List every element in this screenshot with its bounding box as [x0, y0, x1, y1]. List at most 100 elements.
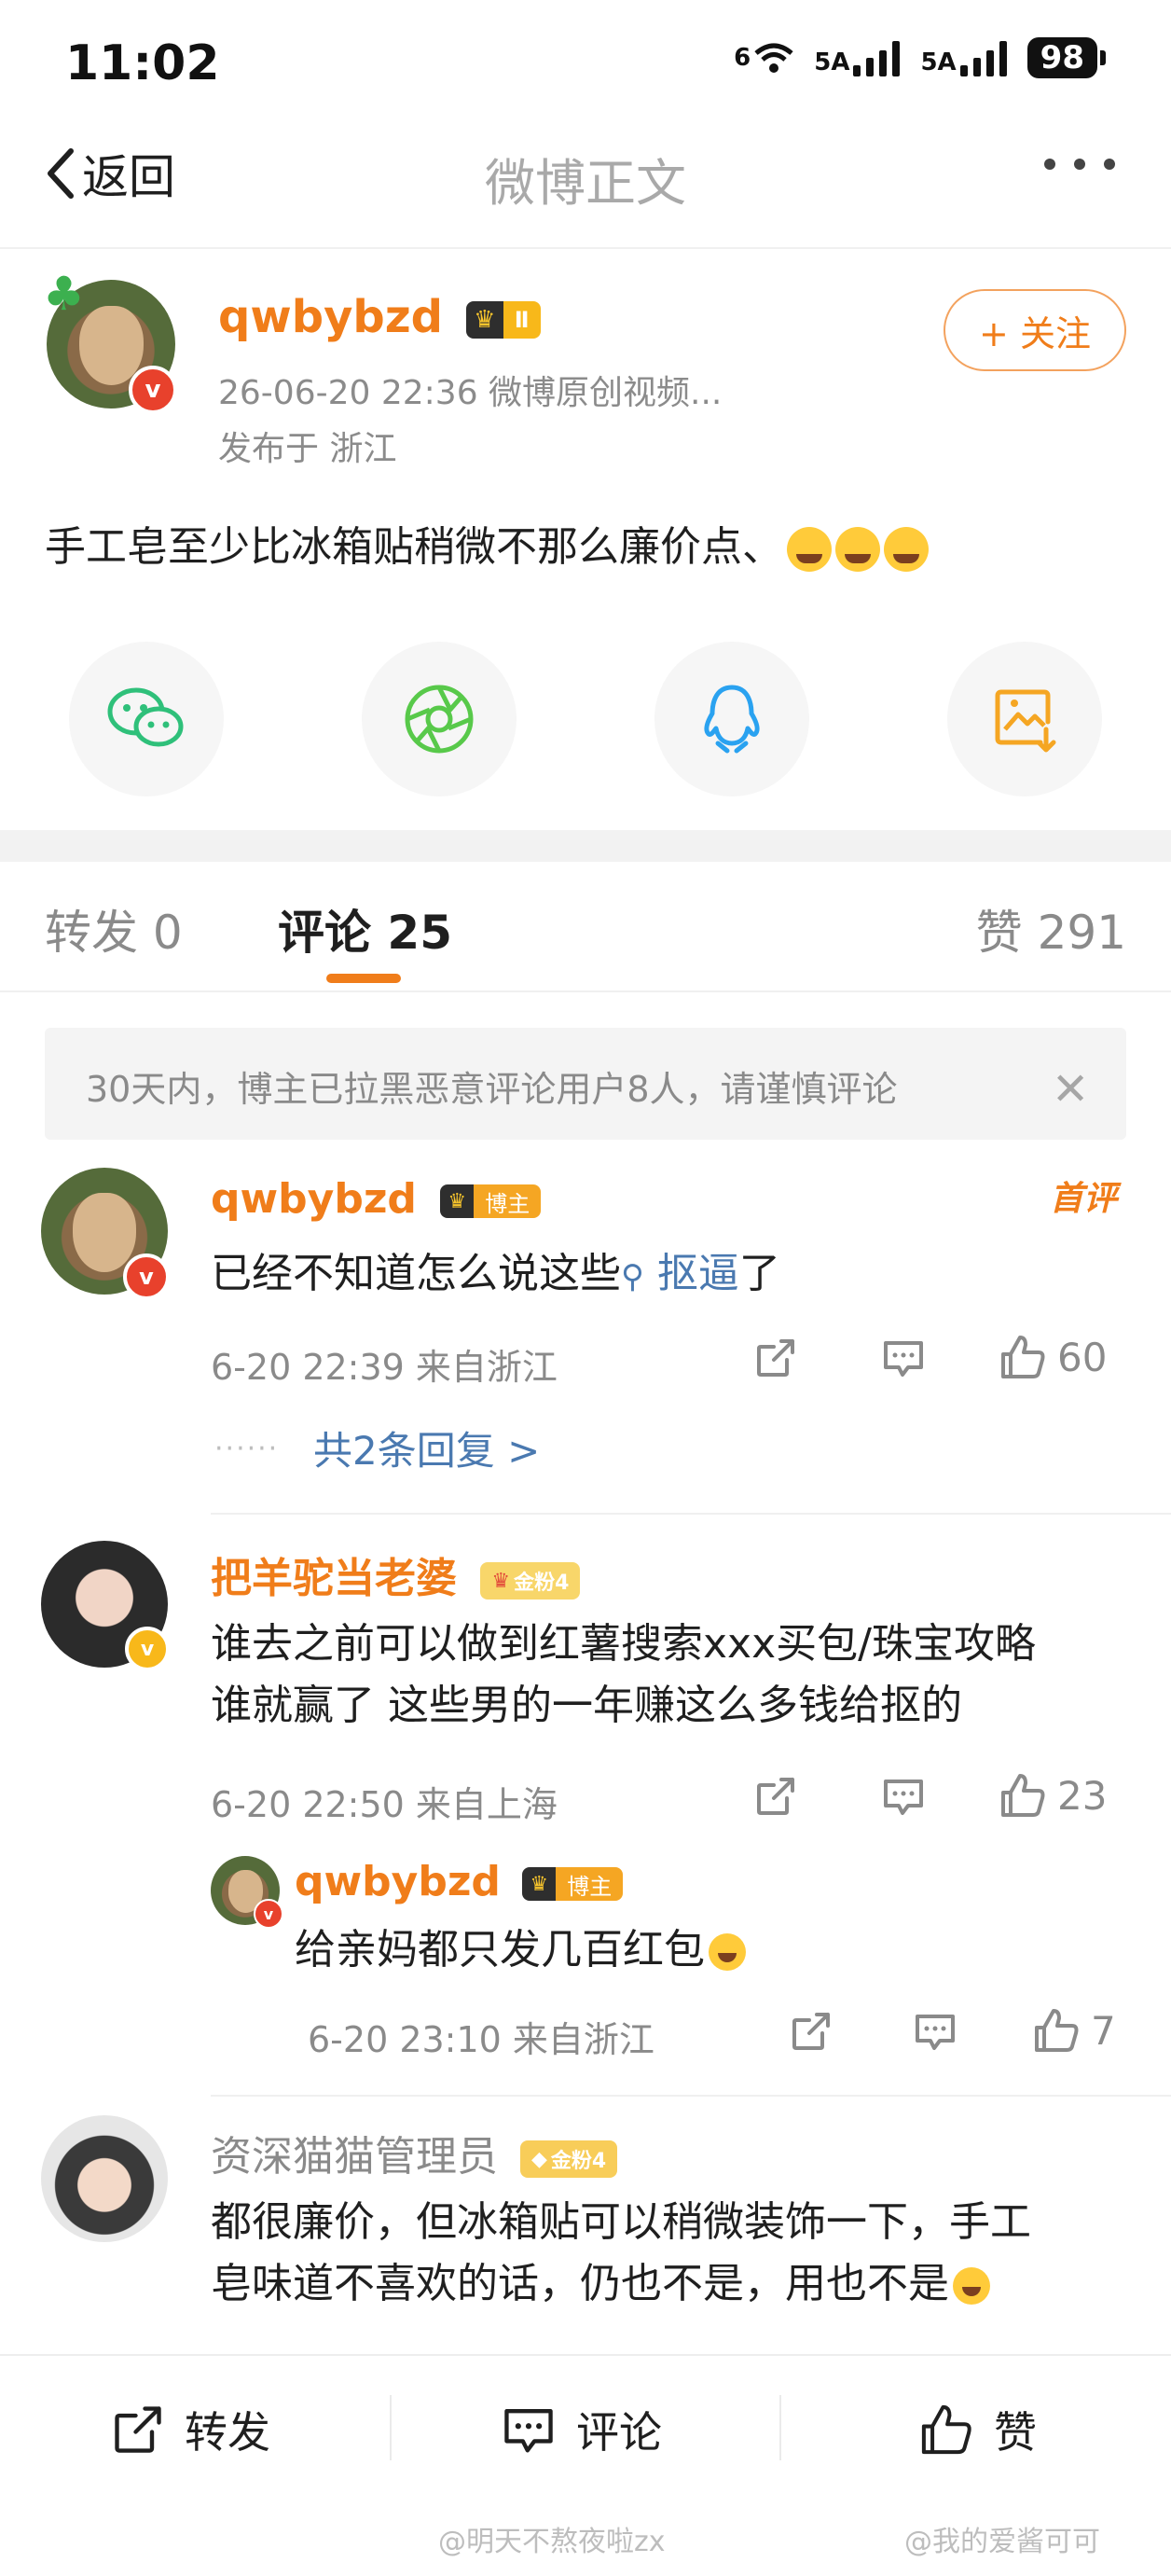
- save-image-button[interactable]: [947, 642, 1102, 796]
- watermark-1: @明天不熬夜啦zx: [438, 2526, 666, 2558]
- post-location: 发布于 浙江: [218, 430, 397, 468]
- tab-repost[interactable]: 转发 0: [45, 895, 183, 963]
- repost-comment-button[interactable]: [753, 1774, 798, 1819]
- blogger-badge: ♛ 博主: [522, 1867, 624, 1901]
- signal-label-2: 5A: [920, 48, 957, 76]
- comment-meta: 6-20 22:50 来自上海: [211, 1784, 558, 1825]
- search-icon: ⚲: [621, 1258, 644, 1295]
- status-time: 11:02: [65, 35, 220, 91]
- comment-icon: [916, 2015, 955, 2050]
- tab-likes[interactable]: 赞 291: [976, 895, 1126, 963]
- save-image-icon: [995, 689, 1056, 753]
- follow-button[interactable]: + 关注: [944, 289, 1126, 371]
- thumbs-up-icon: [1035, 2009, 1079, 2052]
- blogger-badge: ♛ 博主: [440, 1184, 542, 1218]
- comment-author[interactable]: 把羊驼当老婆 ♛ 金粉4: [211, 1544, 581, 1604]
- watermark-2: @我的爱酱可可: [904, 2526, 1100, 2558]
- verified-icon: v: [254, 1899, 283, 1929]
- clover-icon: ♣: [43, 267, 85, 321]
- share-icon: [757, 1339, 794, 1377]
- fan-badge-icon: ♛: [491, 1569, 511, 1593]
- fan-level: 金粉4: [550, 2150, 607, 2173]
- repost-reply-button[interactable]: [789, 2009, 833, 2054]
- moments-icon: [405, 685, 474, 754]
- status-icons: 6 5A 5A 98: [734, 37, 1106, 78]
- fan-badge: ◆ 金粉4: [520, 2140, 618, 2178]
- notice-text: 30天内，博主已拉黑恶意评论用户8人，请谨慎评论: [86, 1069, 898, 1110]
- share-icon: [792, 2013, 830, 2050]
- battery-icon: 98: [1026, 37, 1106, 78]
- repost-label: 转发: [185, 2407, 270, 2458]
- laugh-cry-emoji: [835, 527, 880, 572]
- thumbs-up-icon: [1001, 1774, 1045, 1817]
- comment-text-line: 皂味道不喜欢的话，仍也不是，用也不是: [211, 2260, 949, 2307]
- reply-reply-button[interactable]: [912, 2009, 958, 2054]
- laugh-cry-emoji: [884, 527, 929, 572]
- blogger-tag: 博主: [474, 1184, 542, 1218]
- comment-icon: [884, 1780, 923, 1815]
- page-title: 微博正文: [485, 154, 686, 213]
- comment-label: 评论: [576, 2407, 662, 2458]
- more-icon[interactable]: [1044, 159, 1115, 170]
- reply-meta: 6-20 23:10 来自浙江: [308, 2019, 654, 2060]
- reply-comment-button[interactable]: [880, 1336, 927, 1380]
- post-author-name[interactable]: qwbybzd ♛ Ⅱ: [218, 291, 541, 343]
- view-replies-link[interactable]: 共2条回复 >: [313, 1420, 540, 1476]
- comment-divider: [211, 2095, 1171, 2097]
- reply-text: 给亲妈都只发几百红包: [295, 1919, 746, 1981]
- share-icon: [757, 1778, 794, 1815]
- like-count: 23: [1057, 1772, 1108, 1819]
- share-wechat-button[interactable]: [69, 642, 224, 796]
- verified-icon: v: [129, 366, 177, 414]
- thumbs-up-icon: [1001, 1336, 1045, 1378]
- tab-comments[interactable]: 评论 25: [278, 895, 452, 963]
- comment-author[interactable]: qwbybzd ♛ 博主: [211, 1175, 542, 1223]
- like-comment-button[interactable]: 60: [998, 1332, 1107, 1382]
- laughing-emoji: [953, 2267, 990, 2305]
- crown-icon: ♛: [522, 1867, 557, 1901]
- wifi-label: 6: [734, 44, 751, 72]
- like-reply-button[interactable]: 7: [1031, 2005, 1116, 2056]
- comment-button[interactable]: 评论: [500, 2399, 662, 2460]
- nav-divider: [0, 247, 1171, 249]
- repost-button[interactable]: 转发: [110, 2399, 270, 2460]
- crying-emoji: [709, 1933, 746, 1971]
- crown-icon: ♛: [440, 1184, 475, 1218]
- search-link[interactable]: ⚲ 抠逼: [621, 1250, 739, 1297]
- comment-avatar[interactable]: [41, 2115, 168, 2242]
- wifi-icon: 6: [734, 42, 793, 74]
- comment-author-label: qwbybzd: [211, 1175, 417, 1223]
- like-comment-button[interactable]: 23: [998, 1770, 1107, 1821]
- comment-text-line: 谁就赢了 这些男的一年赚这么多钱给抠的: [211, 1682, 962, 1729]
- laugh-cry-emoji: [787, 527, 832, 572]
- reply-author-label: qwbybzd: [295, 1858, 501, 1905]
- battery-level: 98: [1026, 37, 1097, 78]
- like-count: 60: [1057, 1334, 1108, 1380]
- first-comment-tag: 首评: [1049, 1180, 1117, 1218]
- tab-divider: [0, 990, 1171, 992]
- like-button[interactable]: 赞: [917, 2399, 1037, 2460]
- reply-author[interactable]: qwbybzd ♛ 博主: [295, 1858, 624, 1905]
- share-moments-button[interactable]: [362, 642, 517, 796]
- reply-comment-button[interactable]: [880, 1774, 927, 1819]
- post-author-label: qwbybzd: [218, 291, 444, 343]
- comment-author[interactable]: 资深猫猫管理员 ◆ 金粉4: [211, 2123, 618, 2182]
- share-icon: [115, 2406, 161, 2453]
- fan-badge: ♛ 金粉4: [480, 1562, 581, 1600]
- comment-text: 都很廉价，但冰箱贴可以稍微装饰一下，手工 皂味道不喜欢的话，仍也不是，用也不是: [211, 2192, 1031, 2315]
- comment-divider: [211, 1513, 1171, 1515]
- share-qq-button[interactable]: [654, 642, 809, 796]
- close-icon[interactable]: ✕: [1052, 1063, 1089, 1115]
- verified-icon: v: [125, 1627, 170, 1671]
- like-count: 7: [1091, 2007, 1116, 2054]
- comment-icon: [504, 2408, 553, 2453]
- thumbs-up-icon: [921, 2404, 971, 2455]
- repost-comment-button[interactable]: [753, 1336, 798, 1380]
- wechat-icon: [107, 687, 184, 747]
- signal-icon-2: 5A: [920, 39, 1007, 76]
- signal-label-1: 5A: [814, 48, 850, 76]
- post-body: 手工皂至少比冰箱贴稍微不那么廉价点、: [45, 513, 929, 573]
- member-level: Ⅱ: [503, 301, 541, 339]
- comment-text: 已经不知道怎么说这些⚲ 抠逼了: [211, 1243, 780, 1308]
- blogger-tag: 博主: [556, 1867, 624, 1901]
